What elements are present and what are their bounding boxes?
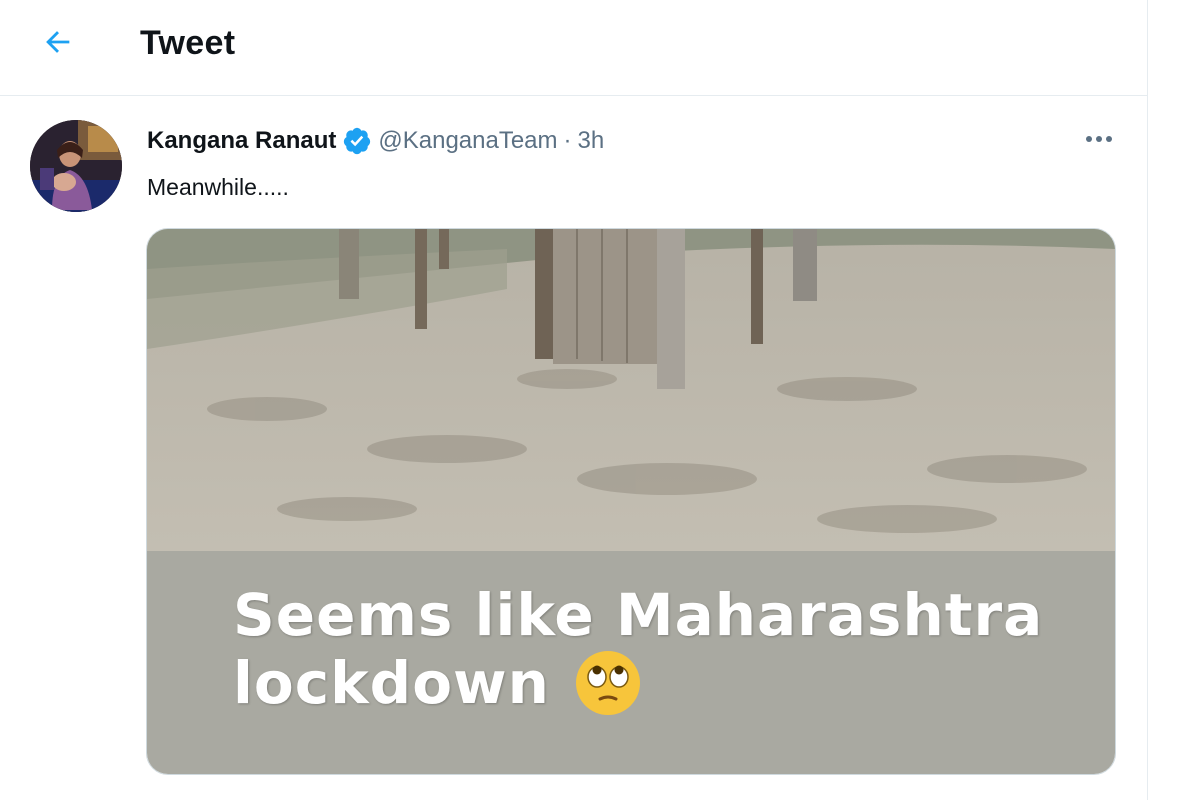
tweet-page: Tweet Kangana Ranaut @KanganaTeam · 3h M… xyxy=(0,0,1200,800)
face-with-rolling-eyes-icon xyxy=(574,649,642,717)
more-horizontal-icon xyxy=(1086,136,1112,142)
author-display-name[interactable]: Kangana Ranaut xyxy=(147,127,336,155)
page-header: Tweet xyxy=(0,0,1147,96)
profile-photo xyxy=(30,120,122,212)
verified-badge-icon xyxy=(342,126,372,156)
caption-line-2: lockdown xyxy=(233,649,1093,717)
media-photo xyxy=(147,229,1115,551)
tweet-author-row: Kangana Ranaut @KanganaTeam · 3h xyxy=(147,126,604,156)
tweet-text: Meanwhile..... xyxy=(147,174,289,200)
avatar[interactable] xyxy=(30,120,122,212)
media-caption-area: Seems like Maharashtra lockdown xyxy=(147,551,1115,774)
caption-line-1: Seems like Maharashtra xyxy=(233,581,1044,649)
tweet-timestamp[interactable]: 3h xyxy=(578,127,605,155)
column-divider xyxy=(1147,0,1148,800)
meta-separator: · xyxy=(563,127,572,154)
media-caption: Seems like Maharashtra lockdown xyxy=(233,581,1093,717)
tweet-media[interactable]: Seems like Maharashtra lockdown xyxy=(146,228,1116,775)
caption-line-2-text: lockdown xyxy=(233,649,550,717)
back-button[interactable] xyxy=(30,20,86,64)
arrow-left-icon xyxy=(46,31,70,53)
page-title: Tweet xyxy=(140,24,236,62)
author-handle[interactable]: @KanganaTeam xyxy=(378,127,557,155)
more-options-button[interactable] xyxy=(1078,122,1120,156)
